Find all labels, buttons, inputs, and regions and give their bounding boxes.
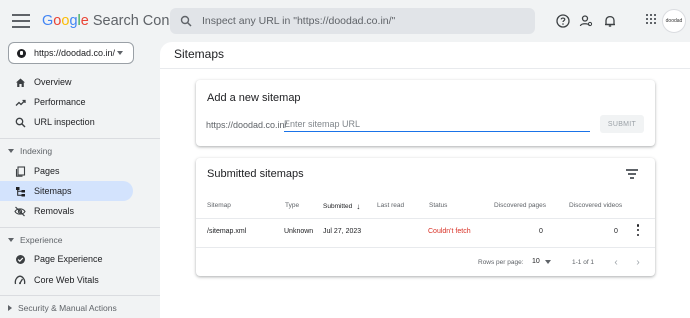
sidebar-group-label: Indexing [20,146,53,156]
add-sitemap-card: Add a new sitemap https://doodad.co.in/ … [196,80,655,146]
sidebar-item-label: Overview [34,77,72,87]
sidebar-item-url-inspection[interactable]: URL inspection [0,112,133,132]
sidebar-item-label: Removals [34,206,75,216]
sidebar-divider [0,138,160,139]
column-header-status[interactable]: Status [429,202,447,209]
search-icon [14,116,26,128]
menu-icon[interactable] [12,14,30,28]
sidebar-group-experience[interactable]: Experience [8,235,63,245]
url-inspect-input[interactable] [202,15,522,27]
sidebar-item-sitemaps[interactable]: Sitemaps [0,181,133,201]
visibility-off-icon [14,205,26,217]
sidebar-group-label: Experience [20,235,63,245]
help-icon[interactable] [554,12,572,30]
sidebar-item-performance[interactable]: Performance [0,92,133,112]
rows-per-page-value: 10 [532,258,540,265]
page-experience-icon [14,253,26,265]
rows-per-page-label: Rows per page: [478,259,524,266]
avatar-text: doodad [665,18,683,24]
sidebar-item-label: Pages [34,166,60,176]
google-wordmark: Google [42,13,89,29]
pages-icon [14,165,26,177]
trending-up-icon [14,96,26,108]
cell-type: Unknown [284,228,314,235]
sidebar-divider [0,295,160,296]
manage-users-icon[interactable] [577,12,595,30]
logo-letter: e [80,13,89,29]
apps-grid-icon[interactable] [646,14,656,24]
sidebar-group-indexing[interactable]: Indexing [8,146,52,156]
card-title: Submitted sitemaps [207,168,304,180]
chevron-right-icon [8,305,12,311]
arrow-down-icon: ↓ [356,202,361,211]
url-inspect-search-bar[interactable] [170,8,535,34]
property-selector[interactable]: https://doodad.co.in/ [8,42,134,64]
sidebar-group-label: Security & Manual Actions [18,303,117,313]
cell-discovered-pages: 0 [539,228,543,235]
cell-status: Couldn't fetch [428,228,471,235]
column-header-submitted[interactable]: Submitted ↓ [323,202,360,211]
sitemap-icon [14,185,26,197]
card-title: Add a new sitemap [207,92,301,104]
property-lock-icon [17,48,26,58]
sidebar-item-label: Core Web Vitals [34,275,99,285]
account-avatar[interactable]: doodad [662,9,686,33]
title-divider [160,68,690,69]
row-divider [196,218,655,219]
sidebar-item-core-web-vitals[interactable]: Core Web Vitals [0,270,133,290]
cell-sitemap: /sitemap.xml [207,228,247,235]
property-url: https://doodad.co.in/ [34,48,116,58]
chevron-down-icon [8,149,14,153]
sidebar-item-label: Sitemaps [34,186,72,196]
next-page-icon[interactable]: › [633,257,643,268]
home-icon [14,76,26,88]
cell-discovered-videos: 0 [614,228,618,235]
sidebar-item-label: URL inspection [34,117,95,127]
submit-button[interactable]: SUBMIT [600,115,644,133]
chevron-down-icon [8,238,14,242]
cell-submitted: Jul 27, 2023 [323,228,362,235]
sidebar-item-pages[interactable]: Pages [0,161,133,181]
column-header-type[interactable]: Type [285,202,299,209]
column-header-sitemap[interactable]: Sitemap [207,202,231,209]
sidebar-item-page-experience[interactable]: Page Experience [0,249,133,269]
more-vert-icon[interactable] [635,224,641,236]
sitemap-url-prefix: https://doodad.co.in/ [206,120,288,130]
chevron-down-icon [117,51,123,55]
previous-page-icon[interactable]: ‹ [611,257,621,268]
column-header-discovered-videos[interactable]: Discovered videos [569,202,622,209]
search-icon [180,15,192,27]
page-title: Sitemaps [174,47,225,61]
speed-gauge-icon [14,274,26,286]
logo-letter: G [42,13,54,29]
sidebar-item-overview[interactable]: Overview [0,72,133,92]
filter-icon[interactable] [626,169,638,179]
row-divider [196,247,655,248]
notifications-bell-icon[interactable] [601,12,619,30]
sidebar-divider [0,227,160,228]
sitemap-url-input[interactable] [284,117,590,132]
column-header-label: Submitted [323,203,353,210]
chevron-down-icon [544,259,551,264]
logo-letter: g [69,13,78,29]
pagination-range: 1-1 of 1 [572,259,595,266]
column-header-discovered-pages[interactable]: Discovered pages [494,202,546,209]
submitted-sitemaps-card: Submitted sitemaps Sitemap Type Submitte… [196,158,655,276]
sidebar-group-security[interactable]: Security & Manual Actions [8,303,117,313]
rows-per-page-select[interactable]: 10 [532,258,551,265]
sidebar-item-removals[interactable]: Removals [0,201,133,221]
column-header-last-read[interactable]: Last read [377,202,404,209]
sidebar-item-label: Performance [34,97,86,107]
sidebar-item-label: Page Experience [34,254,103,264]
